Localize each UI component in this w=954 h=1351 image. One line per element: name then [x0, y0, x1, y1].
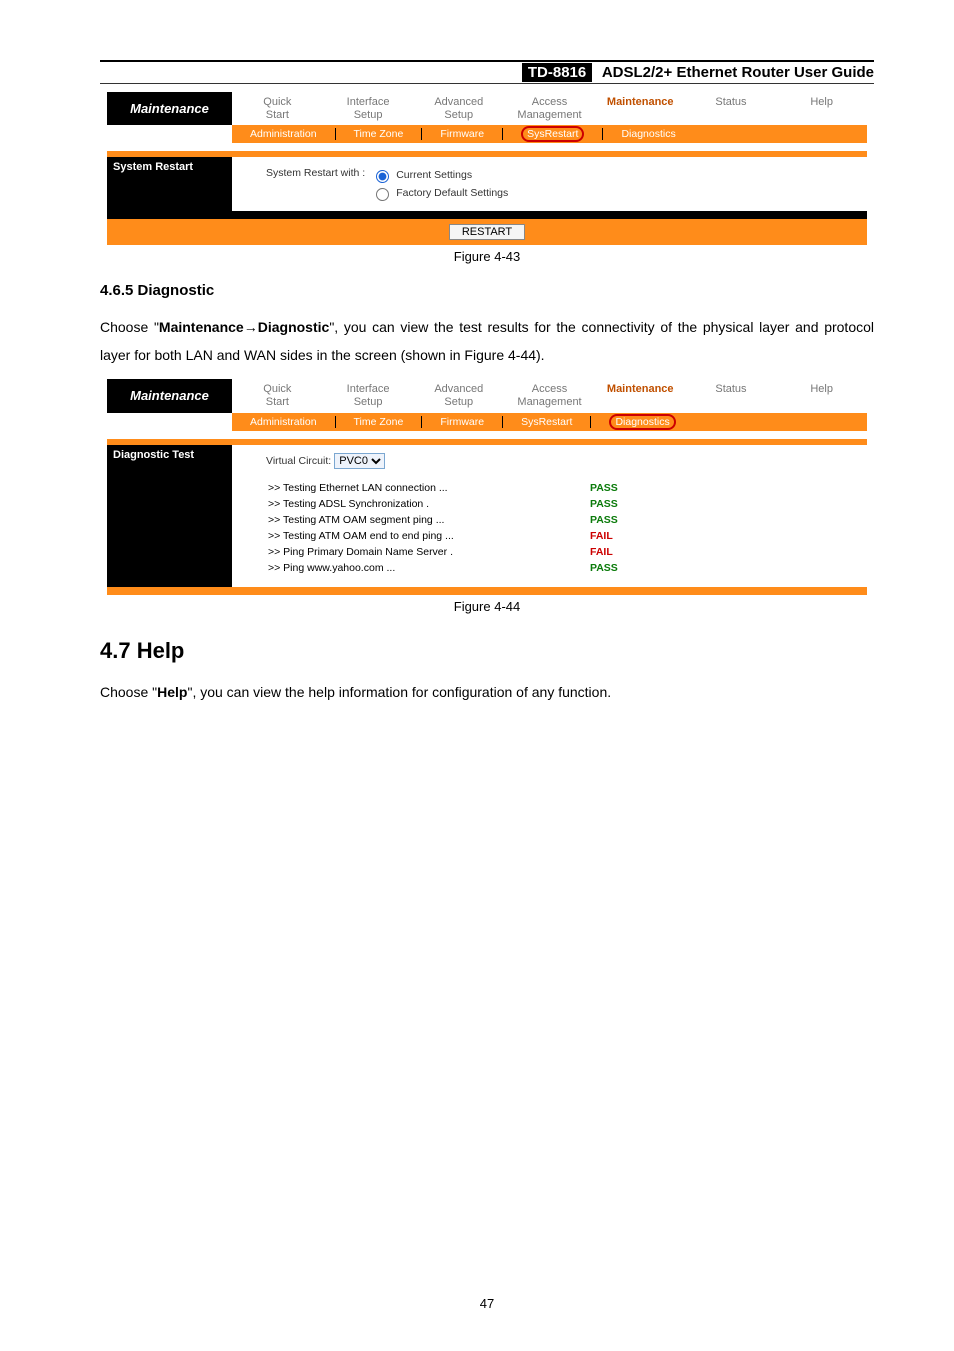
virtual-circuit-label: Virtual Circuit: [266, 455, 331, 467]
table-row: >> Testing ADSL Synchronization .PASS [268, 497, 891, 511]
heading-4-6-5: 4.6.5 Diagnostic [100, 282, 874, 299]
para-4-6-5: Choose "Maintenance→Diagnostic", you can… [100, 313, 874, 369]
subnav-administration[interactable]: Administration [232, 416, 335, 428]
figure-4-44: Maintenance QuickStart InterfaceSetup Ad… [107, 379, 867, 594]
radio-factory-default-label: Factory Default Settings [396, 187, 508, 199]
subnav-diagnostics[interactable]: Diagnostics [602, 128, 693, 140]
table-row: >> Testing ATM OAM segment ping ...PASS [268, 513, 891, 527]
subnav-administration[interactable]: Administration [232, 128, 335, 140]
tab-advanced-setup[interactable]: AdvancedSetup [413, 379, 504, 412]
tab-quick-start[interactable]: QuickStart [232, 92, 323, 125]
subnav-time-zone[interactable]: Time Zone [335, 128, 422, 140]
virtual-circuit-select[interactable]: PVC0 [334, 453, 385, 469]
subnav-firmware[interactable]: Firmware [421, 128, 502, 140]
table-row: >> Testing ATM OAM end to end ping ...FA… [268, 529, 891, 543]
main-tabs: QuickStart InterfaceSetup AdvancedSetup … [232, 92, 867, 125]
page-number: 47 [100, 1296, 874, 1311]
side-title: Maintenance [107, 379, 232, 412]
subnav-sysrestart[interactable]: SysRestart [502, 128, 602, 140]
subnav: Administration Time Zone Firmware SysRes… [232, 413, 867, 431]
model-badge: TD-8816 [522, 63, 592, 82]
button-row: RESTART [107, 219, 867, 245]
radio-factory-default[interactable] [376, 188, 389, 201]
tab-status[interactable]: Status [686, 379, 777, 412]
tab-interface-setup[interactable]: InterfaceSetup [323, 92, 414, 125]
table-row: >> Testing Ethernet LAN connection ...PA… [268, 481, 891, 495]
side-title: Maintenance [107, 92, 232, 125]
restart-with-label: System Restart with : [266, 167, 365, 201]
subnav-time-zone[interactable]: Time Zone [335, 416, 422, 428]
restart-button[interactable]: RESTART [449, 224, 525, 240]
panel-label-diagnostic-test: Diagnostic Test [107, 445, 232, 587]
tab-interface-setup[interactable]: InterfaceSetup [323, 379, 414, 412]
figure-4-43: Maintenance QuickStart InterfaceSetup Ad… [107, 92, 867, 245]
tab-help[interactable]: Help [776, 92, 867, 125]
tab-quick-start[interactable]: QuickStart [232, 379, 323, 412]
doc-header: TD-8816 ADSL2/2+ Ethernet Router User Gu… [100, 60, 874, 84]
tab-maintenance[interactable]: Maintenance [595, 379, 686, 412]
tab-access-management[interactable]: AccessManagement [504, 92, 595, 125]
tab-status[interactable]: Status [686, 92, 777, 125]
subnav-firmware[interactable]: Firmware [421, 416, 502, 428]
product-title: ADSL2/2+ Ethernet Router User Guide [596, 64, 874, 81]
tab-help[interactable]: Help [776, 379, 867, 412]
table-row: >> Ping Primary Domain Name Server .FAIL [268, 545, 891, 559]
tab-access-management[interactable]: AccessManagement [504, 379, 595, 412]
main-tabs: QuickStart InterfaceSetup AdvancedSetup … [232, 379, 867, 412]
radio-current-settings[interactable] [376, 170, 389, 183]
radio-current-settings-label: Current Settings [396, 169, 472, 181]
figure-4-44-caption: Figure 4-44 [100, 599, 874, 614]
panel-label-system-restart: System Restart [107, 157, 232, 211]
table-row: >> Ping www.yahoo.com ...PASS [268, 561, 891, 575]
subnav-sysrestart[interactable]: SysRestart [502, 416, 590, 428]
tab-maintenance[interactable]: Maintenance [595, 92, 686, 125]
subnav: Administration Time Zone Firmware SysRes… [232, 125, 867, 143]
figure-4-43-caption: Figure 4-43 [100, 249, 874, 264]
arrow-icon: → [244, 319, 258, 335]
heading-4-7: 4.7 Help [100, 638, 874, 664]
para-4-7: Choose "Help", you can view the help inf… [100, 678, 874, 706]
tab-advanced-setup[interactable]: AdvancedSetup [413, 92, 504, 125]
diagnostic-results-table: >> Testing Ethernet LAN connection ...PA… [266, 479, 893, 577]
subnav-diagnostics[interactable]: Diagnostics [590, 416, 693, 428]
